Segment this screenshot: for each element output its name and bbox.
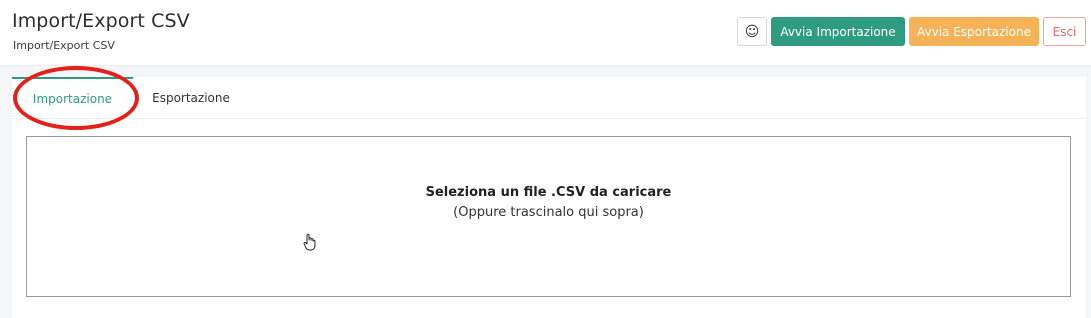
start-export-button[interactable]: Avvia Esportazione: [909, 17, 1039, 46]
dropzone-subtitle: (Oppure trascinalo qui sopra): [453, 205, 644, 220]
dropzone-title: Seleziona un file .CSV da caricare: [425, 185, 672, 200]
emoji-button[interactable]: ☺: [737, 17, 767, 46]
toolbar: ☺ Avvia Importazione Avvia Esportazione …: [737, 17, 1086, 46]
exit-button[interactable]: Esci: [1043, 17, 1086, 46]
content-panel: Importazione Esportazione Seleziona un f…: [12, 77, 1086, 318]
start-import-button[interactable]: Avvia Importazione: [771, 17, 905, 46]
page-title: Import/Export CSV: [12, 10, 190, 32]
tab-esportazione[interactable]: Esportazione: [133, 77, 249, 119]
hand-cursor-icon: [303, 233, 316, 251]
page-header: Import/Export CSV Import/Export CSV ☺ Av…: [0, 0, 1091, 66]
tab-importazione[interactable]: Importazione: [12, 77, 133, 119]
page-subtitle: Import/Export CSV: [13, 39, 115, 52]
tab-bar: Importazione Esportazione: [12, 77, 1086, 119]
file-dropzone[interactable]: Seleziona un file .CSV da caricare (Oppu…: [26, 136, 1071, 297]
smiley-icon: ☺: [744, 23, 760, 40]
